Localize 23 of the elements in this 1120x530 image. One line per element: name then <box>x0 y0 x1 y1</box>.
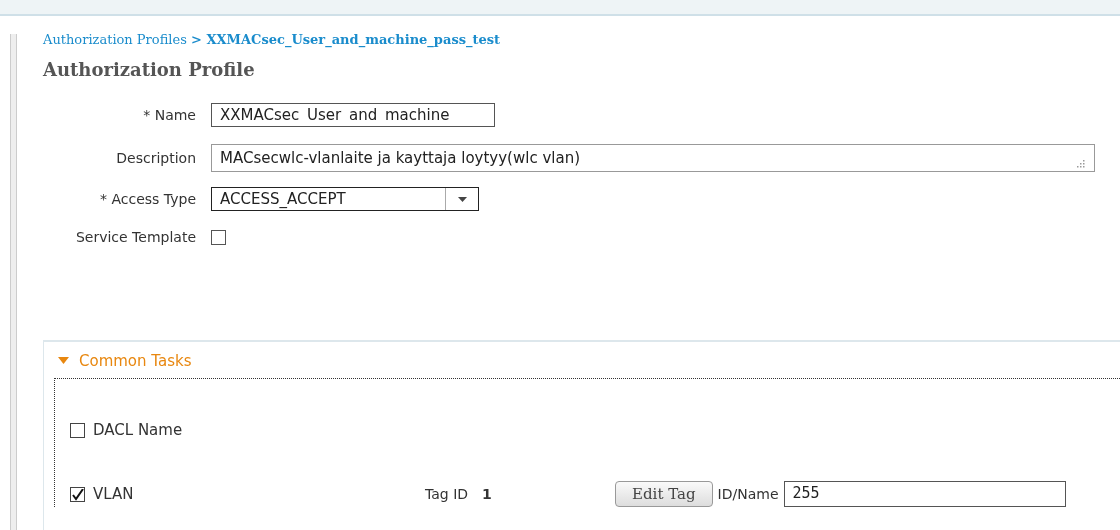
page-title: Authorization Profile <box>43 59 256 80</box>
task-label: DACL Name <box>93 421 184 439</box>
tag-id-label: Tag ID <box>425 486 469 502</box>
dropdown-caret-icon <box>457 196 467 202</box>
name-field[interactable]: XXMACsec User and machine <box>211 103 495 127</box>
id-name-label: ID/Name <box>717 486 779 502</box>
description-field[interactable]: MACsecwlc-vlanlaite ja kayttaja loytyy(wlc vlan) <box>211 144 1095 172</box>
access-type-dropdown[interactable]: ACCESS_ACCEPT <box>211 187 479 211</box>
id-name-field[interactable]: 255 <box>783 481 1066 507</box>
field-label: Description <box>115 150 197 166</box>
resize-grip-icon[interactable] <box>1074 159 1086 169</box>
tag-id-value: 1 <box>482 486 493 502</box>
breadcrumb-link[interactable]: Authorization Profiles <box>43 32 187 47</box>
collapse-caret-icon <box>58 357 69 365</box>
edit-tag-button[interactable]: Edit Tag <box>615 481 713 507</box>
breadcrumb-current: > XXMACsec_User_and_machine_pass_test <box>191 32 501 47</box>
checkbox[interactable] <box>211 229 226 245</box>
task-label: VLAN <box>93 485 135 503</box>
field-label: * Name <box>142 107 197 123</box>
checkbox[interactable] <box>70 486 85 502</box>
field-label: * Access Type <box>99 191 197 207</box>
checkbox[interactable] <box>70 422 85 438</box>
field-label: Service Template <box>74 229 197 245</box>
